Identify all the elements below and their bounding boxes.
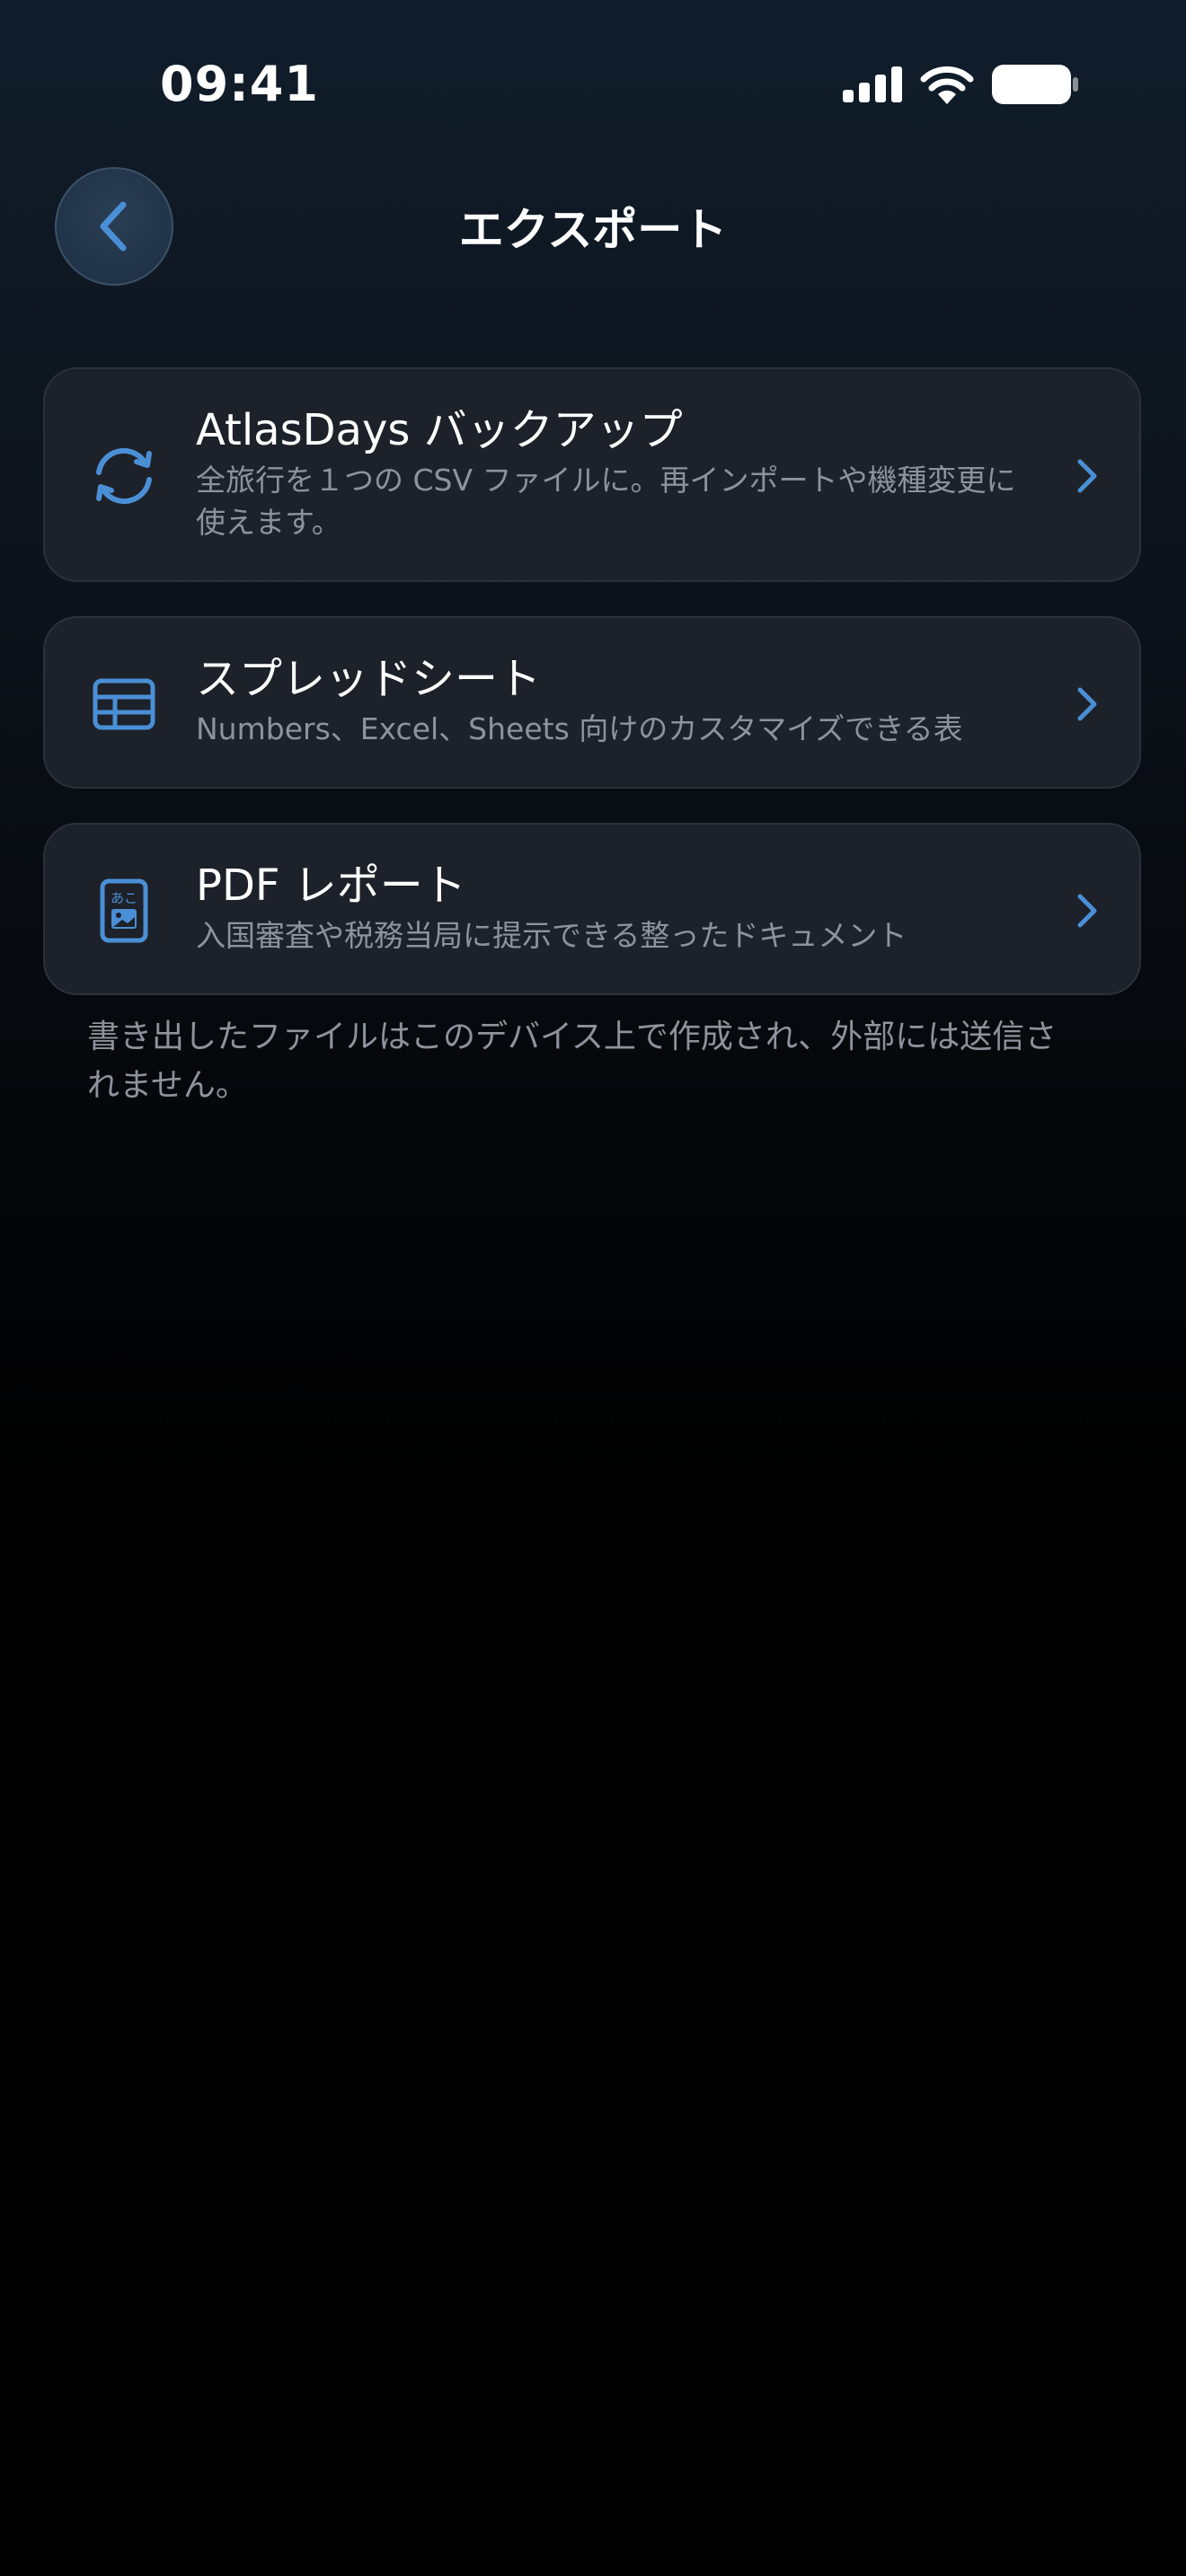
- page-title: エクスポート: [458, 204, 728, 256]
- spreadsheet-option-text: スプレッドシート Numbers、Excel、Sheets 向けのカスタマイズで…: [196, 652, 1040, 750]
- privacy-footnote: 書き出したファイルはこのデバイス上で作成され、外部には送信されません。: [87, 1019, 1058, 1104]
- chevron-right-icon: [1077, 894, 1097, 928]
- pdf-report-option-text: PDF レポート 入国審査や税務当局に提示できる整ったドキュメント: [196, 859, 1040, 957]
- sync-icon: [90, 442, 158, 510]
- status-icons: [843, 65, 1078, 104]
- pdf-report-option-card[interactable]: あこ PDF レポート 入国審査や税務当局に提示できる整ったドキュメント: [43, 823, 1141, 995]
- svg-text:あこ: あこ: [111, 890, 137, 906]
- cellular-signal-icon: [843, 66, 902, 102]
- wifi-icon: [920, 66, 974, 104]
- pdf-report-option-title: PDF レポート: [196, 860, 466, 911]
- spreadsheet-option-title: スプレッドシート: [196, 654, 542, 704]
- battery-icon: [992, 65, 1078, 104]
- pdf-report-option-subtitle: 入国審査や税務当局に提示できる整ったドキュメント: [196, 918, 907, 953]
- spreadsheet-option-subtitle: Numbers、Excel、Sheets 向けのカスタマイズできる表: [196, 711, 963, 746]
- status-bar: 09:41: [0, 0, 1186, 171]
- chevron-right-icon: [1077, 459, 1097, 493]
- backup-option-card[interactable]: AtlasDays バックアップ 全旅行を１つの CSV ファイルに。再インポー…: [43, 367, 1141, 582]
- navigation-bar: エクスポート: [0, 167, 1186, 286]
- backup-option-subtitle: 全旅行を１つの CSV ファイルに。再インポートや機種変更に使えます。: [196, 463, 1016, 540]
- backup-option-title: AtlasDays バックアップ: [196, 405, 683, 455]
- status-time: 09:41: [160, 56, 319, 112]
- document-icon: あこ: [90, 877, 158, 945]
- backup-option-text: AtlasDays バックアップ 全旅行を１つの CSV ファイルに。再インポー…: [196, 403, 1040, 543]
- spreadsheet-option-card[interactable]: スプレッドシート Numbers、Excel、Sheets 向けのカスタマイズで…: [43, 616, 1141, 789]
- chevron-right-icon: [1077, 687, 1097, 721]
- table-icon: [90, 670, 158, 738]
